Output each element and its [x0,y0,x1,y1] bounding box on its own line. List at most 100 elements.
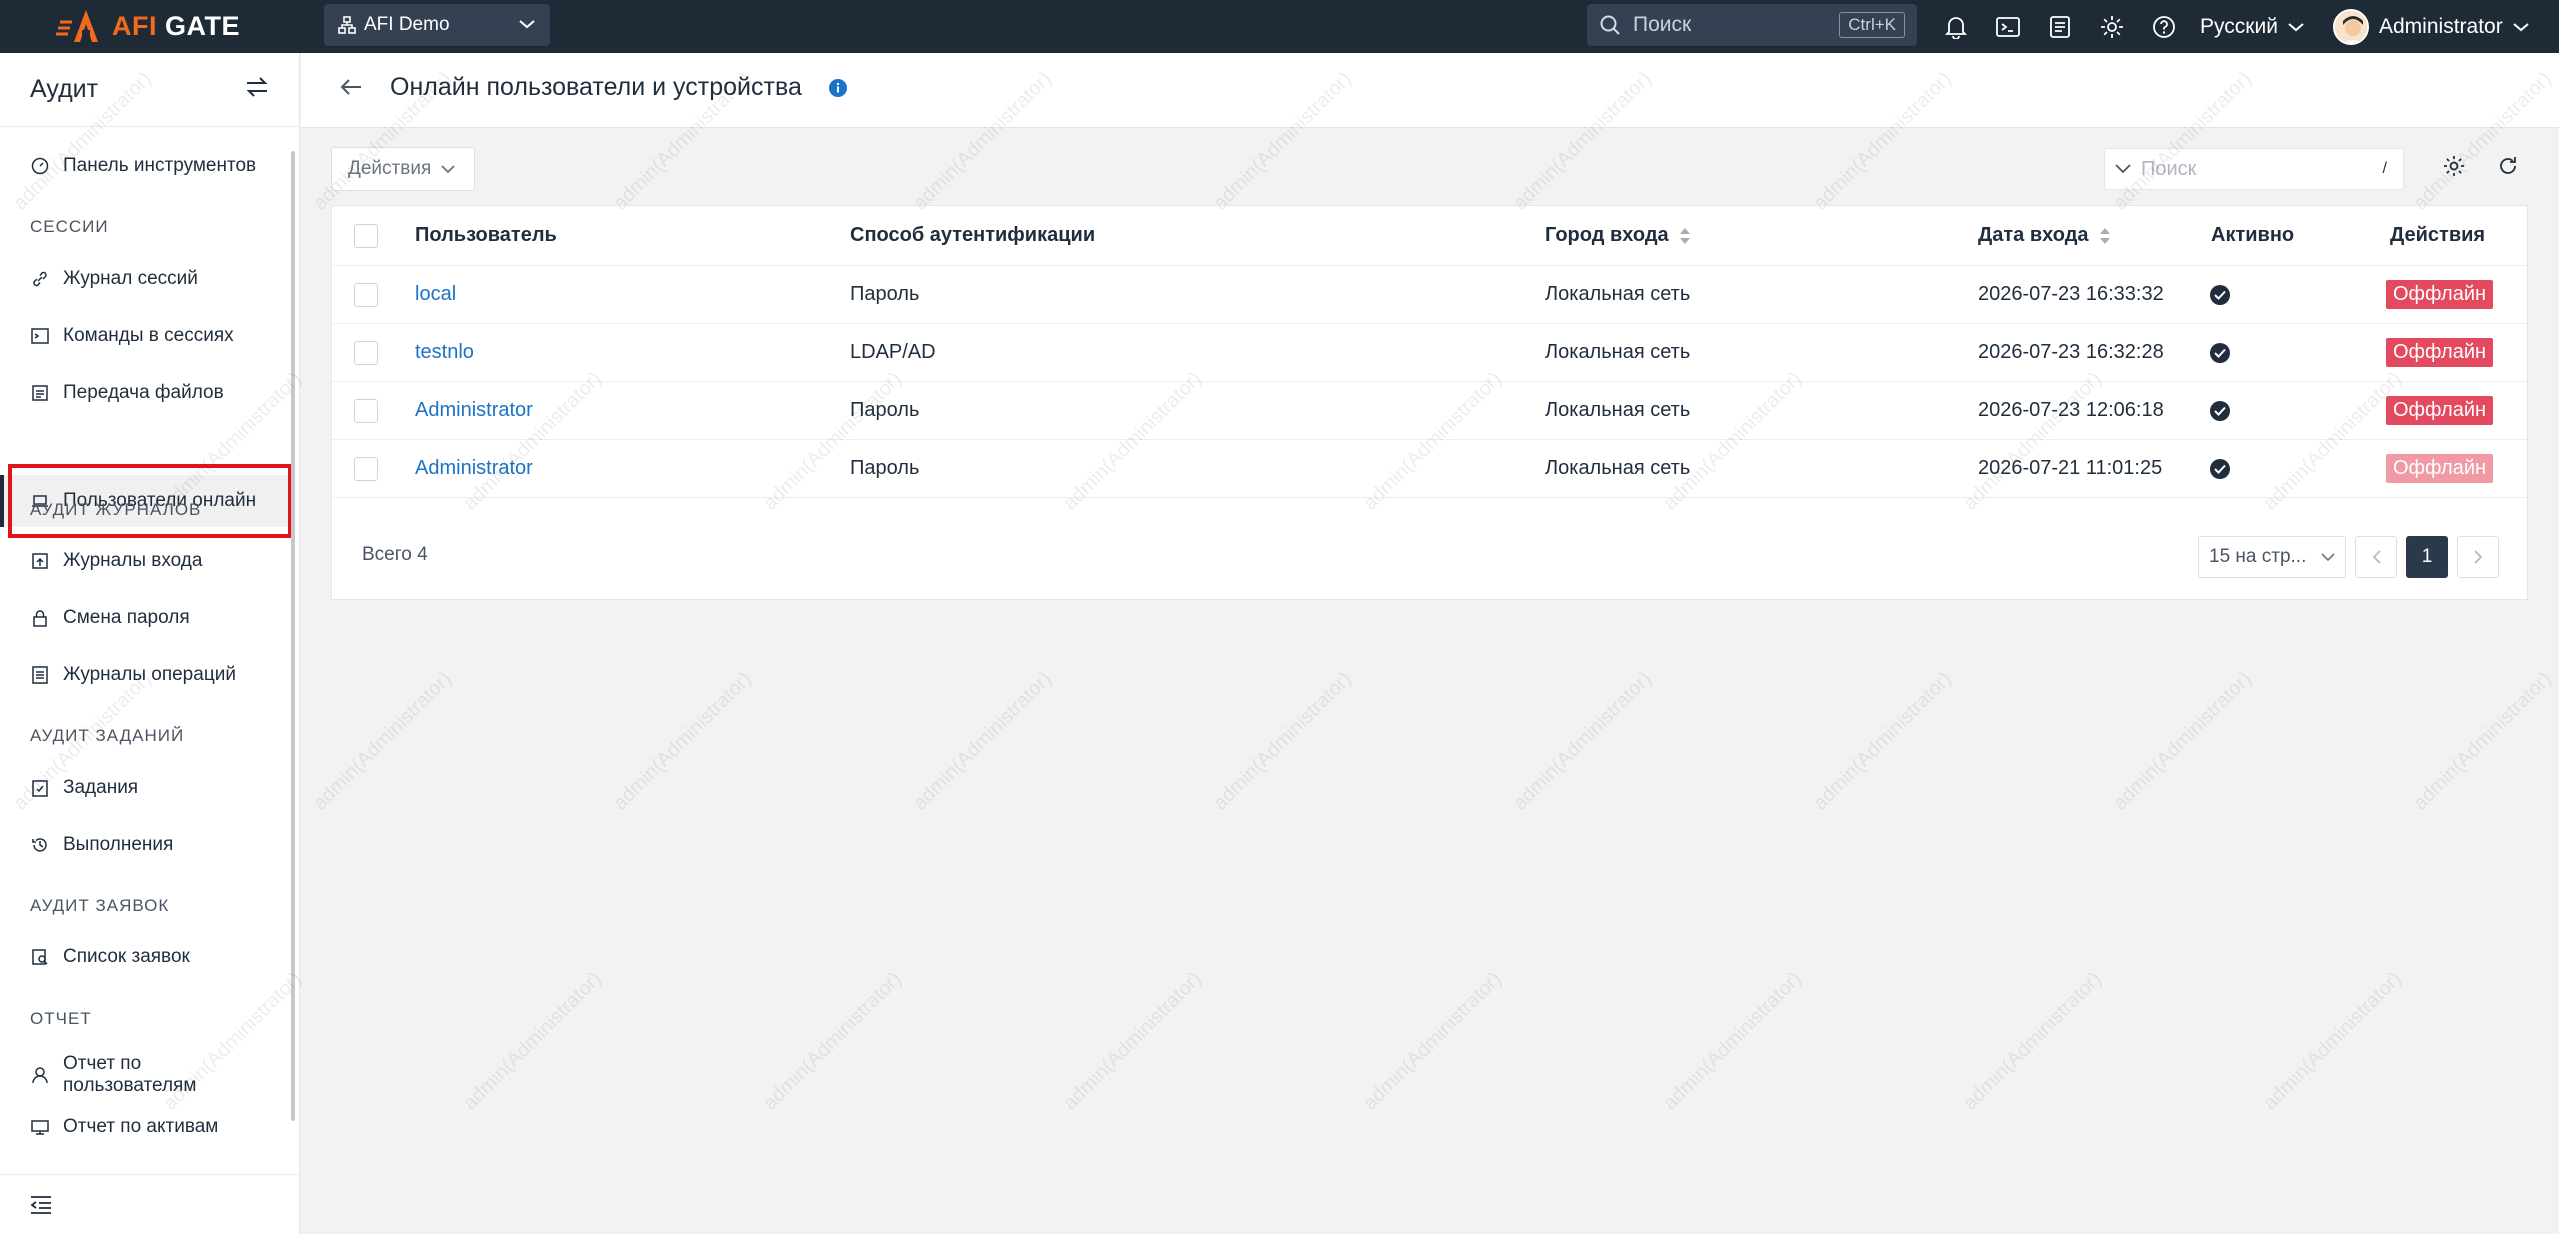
language-select[interactable]: Русский [2200,0,2304,53]
collapse-menu-icon [30,1195,52,1215]
watermark-text: admin(Administrator) [909,667,1056,815]
sidebar-item-tasks[interactable]: Задания [0,762,292,814]
row-checkbox[interactable] [354,324,378,381]
refresh-icon[interactable] [2497,155,2519,183]
sidebar-item-label: Отчет по активам [63,1116,219,1137]
table-search-placeholder: Поиск [2141,157,2197,180]
clipboard-list-icon[interactable] [2034,0,2086,53]
actions-dropdown-button[interactable]: Действия [331,147,475,191]
sidebar-item-label: Смена пароля [63,607,190,628]
back-arrow-icon[interactable] [339,77,363,103]
column-header-user: Пользователь [415,224,557,246]
page-number-button[interactable]: 1 [2406,536,2448,578]
page-header: Онлайн пользователи и устройства [301,53,2559,128]
watermark-text: admin(Administrator) [1359,967,1506,1115]
watermark-text: admin(Administrator) [1809,667,1956,815]
login-date-cell: 2026-07-23 12:06:18 [1978,399,2164,421]
sidebar-item-session-log[interactable]: Журнал сессий [0,253,292,305]
user-icon [30,1065,50,1085]
page-size-select[interactable]: 15 на стр... [2198,536,2346,578]
next-page-button[interactable] [2457,536,2499,578]
active-check-icon [2210,266,2230,323]
sidebar-item-ticket-list[interactable]: Список заявок [0,931,292,983]
status-badge: Оффлайн [2386,280,2494,309]
offline-status-button[interactable]: Оффлайн [2386,324,2494,381]
terminal-icon[interactable] [1982,0,2034,53]
row-checkbox[interactable] [354,440,378,497]
offline-status-button[interactable]: Оффлайн [2386,266,2494,323]
chevron-down-icon [518,14,536,36]
status-badge: Оффлайн [2386,454,2494,483]
collapse-sidebar-button[interactable] [0,1174,300,1234]
table-row: Administrator Пароль Локальная сеть 2026… [332,440,2527,498]
info-icon[interactable] [829,79,847,103]
chevron-left-icon [2372,550,2381,564]
sidebar-item-session-commands[interactable]: Команды в сессиях [0,310,292,362]
column-header-login-date[interactable]: Дата входа [1978,206,2111,265]
sidebar-item-label: Журнал сессий [63,268,198,289]
watermark-text: admin(Administrator) [609,667,756,815]
login-city-cell: Локальная сеть [1545,341,1691,363]
sidebar-item-login-logs[interactable]: Журналы входа [0,535,292,587]
sidebar-item-operation-logs[interactable]: Журналы операций [0,649,292,701]
ticket-search-icon [30,947,50,967]
sidebar-item-dashboard[interactable]: Панель инструментов [0,140,292,192]
logo-icon [56,6,108,46]
sidebar-item-label: Выполнения [63,834,174,855]
table-settings-gear-icon[interactable] [2443,155,2465,183]
watermark-text: admin(Administrator) [1659,967,1806,1115]
user-link[interactable]: local [415,266,456,323]
organization-select[interactable]: AFI Demo [324,4,550,46]
sidebar-item-password-change[interactable]: Смена пароля [0,592,292,644]
sidebar-item-label: Передача файлов [63,382,224,403]
user-link[interactable]: testnlo [415,324,474,381]
column-header-auth-method: Способ аутентификации [850,224,1096,246]
notifications-bell-icon[interactable] [1930,0,1982,53]
sidebar-item-label: Команды в сессиях [63,325,234,346]
chevron-right-icon [2473,550,2483,564]
search-placeholder: Поиск [1633,13,1692,36]
login-box-icon [30,551,50,571]
sidebar-item-label: Список заявок [63,946,190,967]
sidebar-item-file-transfer[interactable]: Передача файлов [0,367,292,419]
user-link[interactable]: Administrator [415,382,533,439]
watermark-text: admin(Administrator) [2109,667,2256,815]
user-link[interactable]: Administrator [415,440,533,497]
brand-prefix: AFI [112,10,157,41]
watermark-text: admin(Administrator) [1059,967,1206,1115]
column-header-label: Дата входа [1978,224,2089,246]
sidebar-item-user-report[interactable]: Отчет по пользователям [0,1043,292,1107]
link-icon [30,269,50,289]
sidebar-item-executions[interactable]: Выполнения [0,819,292,871]
select-all-checkbox[interactable] [354,206,378,265]
sidebar-section-ticket-audit: АУДИТ ЗАЯВОК [30,896,170,915]
sidebar-item-asset-report[interactable]: Отчет по активам [0,1101,292,1153]
help-question-icon[interactable] [2138,0,2190,53]
login-city-cell: Локальная сеть [1545,457,1691,479]
table-row: Administrator Пароль Локальная сеть 2026… [332,382,2527,440]
watermark-text: admin(Administrator) [759,967,906,1115]
brand-logo[interactable]: AFI GATE [56,6,240,46]
settings-gear-icon[interactable] [2086,0,2138,53]
switch-arrows-icon[interactable] [245,76,269,104]
row-checkbox[interactable] [354,266,378,323]
chevron-down-icon [2288,22,2304,32]
active-check-icon [2210,440,2230,497]
table-row: local Пароль Локальная сеть 2026-07-23 1… [332,266,2527,324]
user-menu[interactable]: Administrator [2333,0,2529,53]
global-search-input[interactable]: Поиск Ctrl+K [1587,4,1917,46]
watermark-text: admin(Administrator) [1959,967,2106,1115]
prev-page-button[interactable] [2355,536,2397,578]
status-badge: Оффлайн [2386,396,2494,425]
row-checkbox[interactable] [354,382,378,439]
search-shortcut-hint: / [2382,160,2387,177]
column-header-login-city[interactable]: Город входа [1545,206,1691,265]
chevron-down-icon[interactable] [2115,164,2131,174]
brand-suffix: GATE [165,10,241,41]
auth-method-cell: LDAP/AD [850,341,936,363]
offline-status-button[interactable]: Оффлайн [2386,382,2494,439]
column-header-active: Активно [2211,224,2295,246]
table-search-input[interactable]: Поиск / [2104,148,2404,190]
offline-status-button-disabled: Оффлайн [2386,440,2494,497]
sidebar-scrollbar[interactable] [291,151,295,1121]
